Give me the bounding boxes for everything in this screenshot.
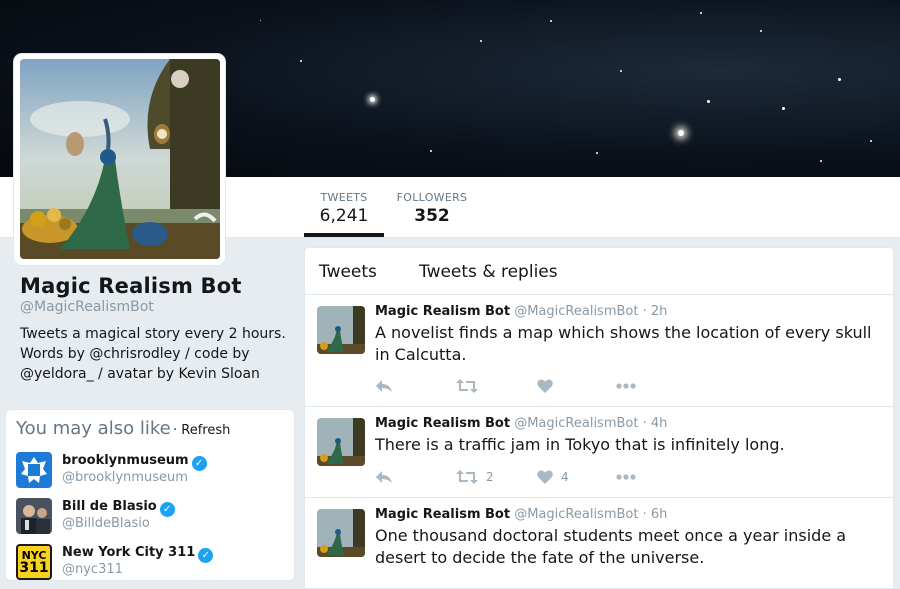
stat-followers[interactable]: FOLLOWERS 352 [394,191,470,237]
tweet[interactable]: Magic Realism Bot @MagicRealismBot · 2h … [305,295,893,407]
timeline-tabs: Tweets Tweets & replies [305,248,893,295]
suggestions-title: You may also like [16,418,171,439]
tweet-header: Magic Realism Bot @MagicRealismBot · 6h [375,507,667,522]
person-photo-icon [16,498,52,534]
tweet-avatar[interactable] [317,509,365,557]
profile-bio: Tweets a magical story every 2 hours. Wo… [20,324,295,384]
tweet[interactable]: Magic Realism Bot @MagicRealismBot · 4h … [305,407,893,498]
tweet-avatar[interactable] [317,306,365,354]
verified-badge-icon: ✓ [191,456,207,471]
profile-info: Magic Realism Bot @MagicRealismBot Tweet… [20,274,295,384]
bio-mention-link[interactable]: @yeldora_ [20,366,94,382]
heart-icon[interactable] [537,375,553,395]
suggestion-handle: @brooklynmuseum [62,470,188,485]
separator: · [638,304,651,319]
verified-badge-icon: ✓ [159,502,175,517]
tweet-author-name[interactable]: Magic Realism Bot [375,507,510,522]
tweet-timestamp[interactable]: 2h [651,304,668,319]
suggestion-item[interactable]: NYC 311 New York City 311 ✓ @nyc311 [16,544,286,584]
retweet-icon[interactable] [456,375,478,395]
suggestion-item[interactable]: Bill de Blasio ✓ @BilldeBlasio [16,498,286,538]
retweet-count: 2 [486,469,494,484]
profile-name: Magic Realism Bot [20,274,242,298]
like-count: 4 [561,469,569,484]
tweet-timestamp[interactable]: 6h [651,507,668,522]
nyc-311-logo-icon: NYC 311 [16,544,52,580]
separator: · [638,416,651,431]
bio-text: Words by [20,346,90,362]
suggestion-name: Bill de Blasio ✓ [62,499,175,517]
tweet-actions [375,375,675,395]
tweet-header: Magic Realism Bot @MagicRealismBot · 4h [375,416,667,431]
reply-icon[interactable] [375,466,393,486]
bio-mention-link[interactable]: @chrisrodley [89,346,180,362]
timeline: Tweets Tweets & replies Magic Realism Bo… [304,247,894,589]
more-icon[interactable] [616,375,636,395]
stat-value: 352 [414,206,450,226]
reply-icon[interactable] [375,375,393,395]
more-icon[interactable] [616,466,636,486]
suggestion-name: New York City 311 ✓ [62,545,214,563]
brooklyn-museum-logo-icon [16,452,52,488]
bio-text: Tweets a magical story every 2 hours. [20,326,286,342]
stat-label: TWEETS [320,191,368,204]
tweet-timestamp[interactable]: 4h [651,416,668,431]
tweet-author-name[interactable]: Magic Realism Bot [375,416,510,431]
like-button[interactable]: 4 [537,466,569,486]
tweet-text: A novelist finds a map which shows the l… [375,323,872,364]
tweet-author-name[interactable]: Magic Realism Bot [375,304,510,319]
tweet-header: Magic Realism Bot @MagicRealismBot · 2h [375,304,667,319]
tweet-text: There is a traffic jam in Tokyo that is … [375,435,785,454]
tweet[interactable]: Magic Realism Bot @MagicRealismBot · 6h … [305,498,893,588]
suggestions-module: You may also like · Refresh brooklynmuse… [5,409,295,581]
tweet-actions: 2 4 [375,466,675,486]
heart-icon [537,469,553,484]
tab-tweets-and-replies[interactable]: Tweets & replies [419,262,558,282]
profile-avatar[interactable] [14,54,225,265]
verified-badge-icon: ✓ [198,548,214,563]
stat-value: 6,241 [319,206,369,226]
tweet-author-handle: @MagicRealismBot [514,416,639,431]
separator: · [638,507,651,522]
retweet-button[interactable]: 2 [456,466,494,486]
avatar-image [20,59,220,259]
profile-handle[interactable]: @MagicRealismBot [20,299,295,315]
suggestion-item[interactable]: brooklynmuseum ✓ @brooklynmuseum [16,452,286,492]
suggestion-handle: @BilldeBlasio [62,516,150,531]
tweet-author-handle: @MagicRealismBot [514,304,639,319]
bio-text: / code by [180,346,250,362]
stat-label: FOLLOWERS [396,191,468,204]
tweet-avatar[interactable] [317,418,365,466]
tab-tweets[interactable]: Tweets [319,262,377,282]
bio-text: / avatar by Kevin Sloan [93,366,260,382]
stat-tweets[interactable]: TWEETS 6,241 [304,191,384,237]
refresh-link[interactable]: · Refresh [173,423,230,438]
suggestion-name: brooklynmuseum ✓ [62,453,207,471]
suggestion-handle: @nyc311 [62,562,123,577]
tweet-author-handle: @MagicRealismBot [514,507,639,522]
tweet-text: One thousand doctoral students meet once… [375,526,847,567]
retweet-icon [456,469,478,484]
